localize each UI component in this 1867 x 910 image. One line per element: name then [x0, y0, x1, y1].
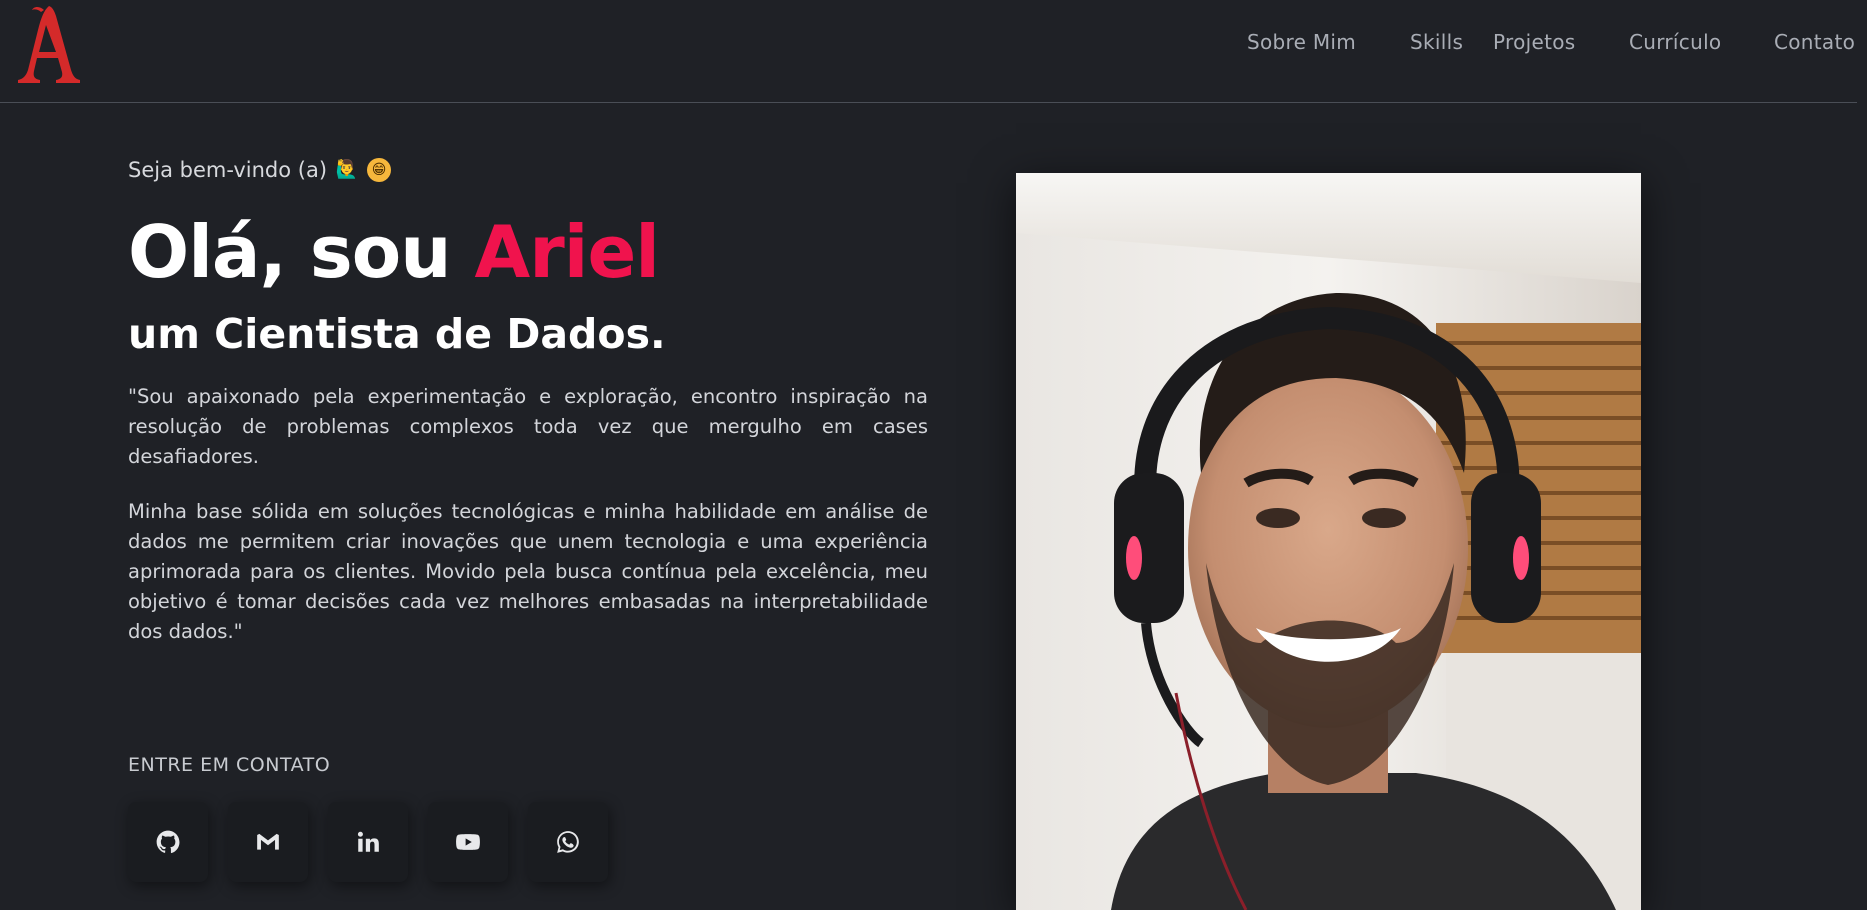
github-icon: [156, 830, 180, 854]
bio-paragraph-1: "Sou apaixonado pela experimentação e ex…: [128, 385, 928, 468]
nav-link-contato[interactable]: Contato: [1774, 26, 1855, 58]
youtube-button[interactable]: [428, 802, 508, 882]
youtube-icon: [456, 834, 480, 850]
gmail-button[interactable]: [228, 802, 308, 882]
raising-hand-emoji-icon: 🙋‍♂️: [335, 159, 359, 180]
nav-link-curriculo[interactable]: Currículo: [1629, 26, 1721, 58]
logo-a-icon: [18, 6, 80, 83]
nav-link-projetos[interactable]: Projetos: [1493, 26, 1576, 58]
header-divider: [0, 102, 1857, 103]
welcome-label: Seja bem-vindo (a): [128, 158, 328, 182]
hero-title-name: Ariel: [474, 210, 660, 294]
grinning-face-emoji-icon: 😁: [367, 158, 392, 182]
github-button[interactable]: [128, 802, 208, 882]
hero-title-prefix: Olá, sou: [128, 210, 475, 294]
hero-title: Olá, sou Ariel: [128, 212, 928, 292]
whatsapp-icon: [557, 831, 579, 853]
welcome-text: Seja bem-vindo (a) 🙋‍♂️ 😁: [128, 150, 928, 190]
nav-link-sobre-mim[interactable]: Sobre Mim: [1247, 26, 1356, 58]
social-links: [128, 802, 608, 882]
linkedin-button[interactable]: [328, 802, 408, 882]
hero-subtitle: um Cientista de Dados.: [128, 310, 666, 358]
profile-photo-illustration: [1016, 173, 1641, 910]
gmail-icon: [257, 833, 279, 850]
nav-link-skills[interactable]: Skills: [1410, 26, 1463, 58]
hero-section: Seja bem-vindo (a) 🙋‍♂️ 😁 Olá, sou Ariel…: [128, 150, 928, 647]
bio-paragraph-2: Minha base sólida em soluções tecnológic…: [128, 500, 928, 643]
contact-heading: ENTRE EM CONTATO: [128, 754, 331, 776]
site-header: Sobre Mim Skills Projetos Currículo Cont…: [0, 0, 1867, 103]
whatsapp-button[interactable]: [528, 802, 608, 882]
linkedin-icon: [357, 831, 379, 852]
profile-photo: [1016, 173, 1641, 910]
site-logo[interactable]: [14, 0, 84, 88]
